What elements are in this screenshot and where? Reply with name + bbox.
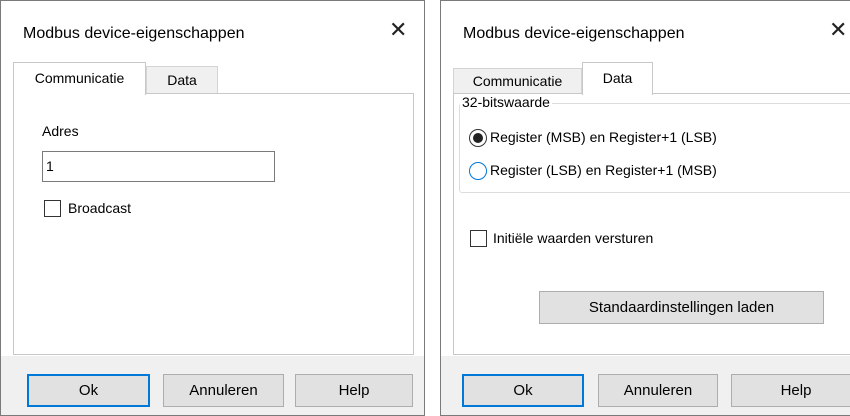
help-button[interactable]: Help [295, 374, 413, 407]
tab-communicatie[interactable]: Communicatie [453, 68, 582, 93]
bit32-groupbox: 32-bitswaarde Register (MSB) en Register… [459, 94, 850, 193]
dialog-title: Modbus device-eigenschappen [23, 25, 245, 42]
modbus-properties-dialog-communication: Modbus device-eigenschappen ✕ Communicat… [0, 0, 425, 416]
tab-communicatie[interactable]: Communicatie [13, 62, 146, 95]
ok-button[interactable]: Ok [462, 374, 584, 407]
cancel-button[interactable]: Annuleren [163, 374, 284, 407]
cancel-button[interactable]: Annuleren [598, 374, 718, 407]
address-input[interactable]: 1 [42, 151, 275, 182]
tab-data[interactable]: Data [582, 62, 653, 95]
title-bar: Modbus device-eigenschappen ✕ [1, 1, 424, 63]
tab-panel-communicatie: Adres 1 Broadcast [13, 93, 414, 355]
tab-strip: Communicatie Data [13, 62, 424, 95]
broadcast-label: Broadcast [68, 200, 132, 216]
modbus-properties-dialog-data: Modbus device-eigenschappen ✕ Communicat… [440, 0, 850, 416]
load-defaults-button[interactable]: Standaardinstellingen laden [539, 291, 824, 324]
tab-strip: Communicatie Data [453, 62, 850, 95]
radio-msb-first-label: Register (MSB) en Register+1 (LSB) [490, 129, 717, 145]
tab-data[interactable]: Data [146, 66, 218, 93]
close-icon[interactable]: ✕ [389, 19, 407, 41]
groupbox-label: 32-bitswaarde [460, 94, 552, 110]
ok-button[interactable]: Ok [27, 374, 150, 407]
button-bar: Ok Annuleren Help [1, 356, 424, 415]
title-bar: Modbus device-eigenschappen ✕ [441, 1, 850, 63]
help-button[interactable]: Help [731, 374, 850, 407]
broadcast-checkbox[interactable] [44, 200, 61, 217]
button-bar: Ok Annuleren Help [441, 356, 850, 415]
radio-msb-first[interactable] [469, 129, 487, 147]
dialog-title: Modbus device-eigenschappen [463, 25, 685, 42]
close-icon[interactable]: ✕ [829, 19, 847, 41]
initial-values-checkbox[interactable] [470, 230, 487, 247]
tab-panel-data: 32-bitswaarde Register (MSB) en Register… [453, 93, 850, 355]
initial-values-label: Initiële waarden versturen [493, 230, 654, 246]
radio-lsb-first[interactable] [469, 162, 487, 180]
radio-lsb-first-label: Register (LSB) en Register+1 (MSB) [490, 162, 717, 178]
address-label: Adres [42, 123, 79, 139]
